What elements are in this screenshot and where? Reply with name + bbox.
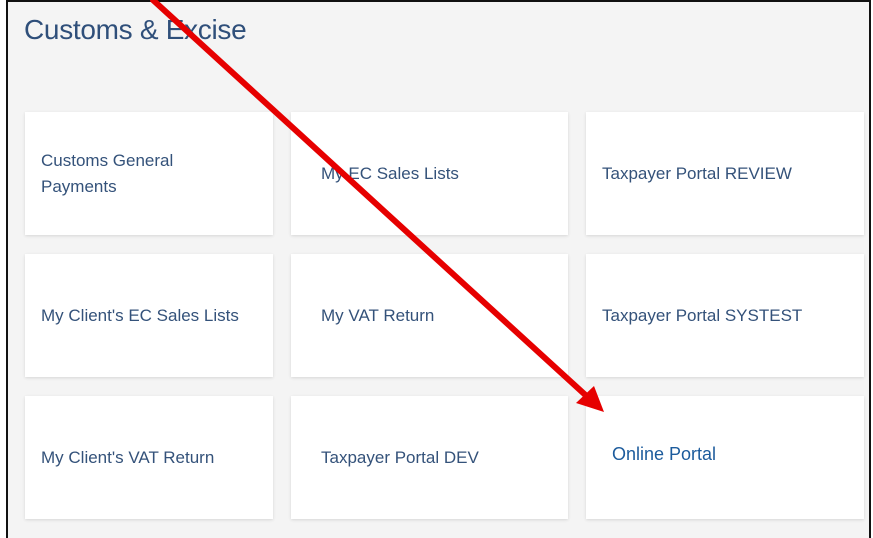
card-my-clients-vat-return[interactable]: My Client's VAT Return (25, 396, 273, 519)
card-taxpayer-portal-dev[interactable]: Taxpayer Portal DEV (291, 396, 568, 519)
card-my-vat-return[interactable]: My VAT Return (291, 254, 568, 377)
card-label: Customs General Payments (41, 150, 174, 196)
card-my-clients-ec-sales-lists[interactable]: My Client's EC Sales Lists (25, 254, 273, 377)
card-label: My Client's EC Sales Lists (41, 305, 239, 325)
card-my-ec-sales-lists[interactable]: My EC Sales Lists (291, 112, 568, 235)
card-label: Taxpayer Portal REVIEW (602, 163, 792, 183)
card-label: My Client's VAT Return (41, 447, 215, 467)
customs-excise-panel: Customs & Excise Customs General Payment… (6, 0, 871, 538)
card-label: Taxpayer Portal DEV (321, 447, 479, 467)
card-label: Online Portal (612, 444, 717, 464)
card-label: My EC Sales Lists (321, 163, 459, 183)
card-taxpayer-portal-review[interactable]: Taxpayer Portal REVIEW (586, 112, 864, 235)
card-taxpayer-portal-systest[interactable]: Taxpayer Portal SYSTEST (586, 254, 864, 377)
section-title: Customs & Excise (24, 14, 247, 45)
card-customs-general-payments[interactable]: Customs General Payments (25, 112, 273, 235)
card-label: My VAT Return (321, 305, 435, 325)
card-online-portal[interactable]: Online Portal (586, 396, 864, 519)
card-label: Taxpayer Portal SYSTEST (602, 305, 803, 325)
